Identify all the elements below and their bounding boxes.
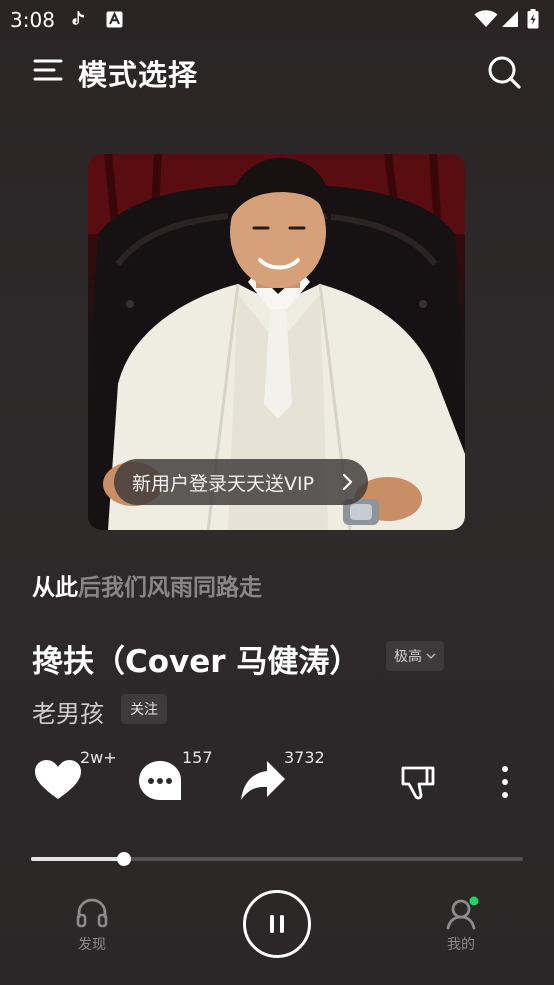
status-bar: 3:08 <box>0 0 554 38</box>
heart-icon <box>35 760 81 799</box>
chevron-down-icon <box>426 653 436 659</box>
nav-discover[interactable]: 发现 <box>57 896 127 958</box>
follow-button[interactable]: 关注 <box>121 694 167 724</box>
artist-name[interactable]: 老男孩 <box>32 694 104 729</box>
share-button[interactable] <box>240 760 286 806</box>
chevron-right-icon <box>340 471 354 498</box>
notification-dot-icon <box>469 896 479 906</box>
comment-count: 157 <box>182 748 213 767</box>
play-pause-button[interactable] <box>243 890 311 958</box>
progress-thumb[interactable] <box>117 852 132 866</box>
lyric-sung-part: 从此 <box>32 575 78 601</box>
progress-played <box>31 857 125 861</box>
like-count: 2w+ <box>80 748 117 767</box>
wifi-icon <box>474 9 498 29</box>
like-button[interactable] <box>34 759 82 805</box>
profile-icon <box>446 896 479 930</box>
nav-discover-label: 发现 <box>78 937 106 953</box>
nav-mine[interactable]: 我的 <box>426 896 496 958</box>
vip-promo-banner[interactable]: 新用户登录天天送VIP <box>114 459 368 505</box>
status-time: 3:08 <box>10 8 55 32</box>
audio-quality-selector[interactable]: 极高 <box>386 641 444 671</box>
headphones-icon <box>76 898 108 928</box>
thumbs-down-icon <box>401 766 435 800</box>
nav-mine-label: 我的 <box>447 937 475 953</box>
battery-icon <box>526 9 540 29</box>
search-icon[interactable] <box>486 54 522 90</box>
cellular-signal-icon <box>500 9 520 29</box>
comment-icon <box>139 761 181 800</box>
playback-progress-bar[interactable] <box>31 852 523 866</box>
current-lyric-line[interactable]: 从此后我们风雨同路走 <box>32 568 262 602</box>
tiktok-notification-icon <box>68 9 88 29</box>
share-count: 3732 <box>284 748 325 767</box>
lyric-upcoming-part: 后我们风雨同路走 <box>78 575 262 601</box>
font-app-notification-icon <box>104 9 124 29</box>
more-options-icon[interactable] <box>498 765 512 801</box>
song-title: 搀扶（Cover 马健涛） <box>32 644 361 680</box>
menu-icon[interactable] <box>32 54 64 86</box>
vip-promo-text: 新用户登录天天送VIP <box>132 472 315 495</box>
page-title: 模式选择 <box>78 58 199 92</box>
comment-button[interactable] <box>138 760 182 806</box>
audio-quality-label: 极高 <box>394 649 422 665</box>
pause-icon <box>270 915 284 933</box>
top-app-bar: 模式选择 <box>0 40 554 104</box>
dislike-button[interactable] <box>400 765 436 805</box>
share-arrow-icon <box>241 761 285 800</box>
